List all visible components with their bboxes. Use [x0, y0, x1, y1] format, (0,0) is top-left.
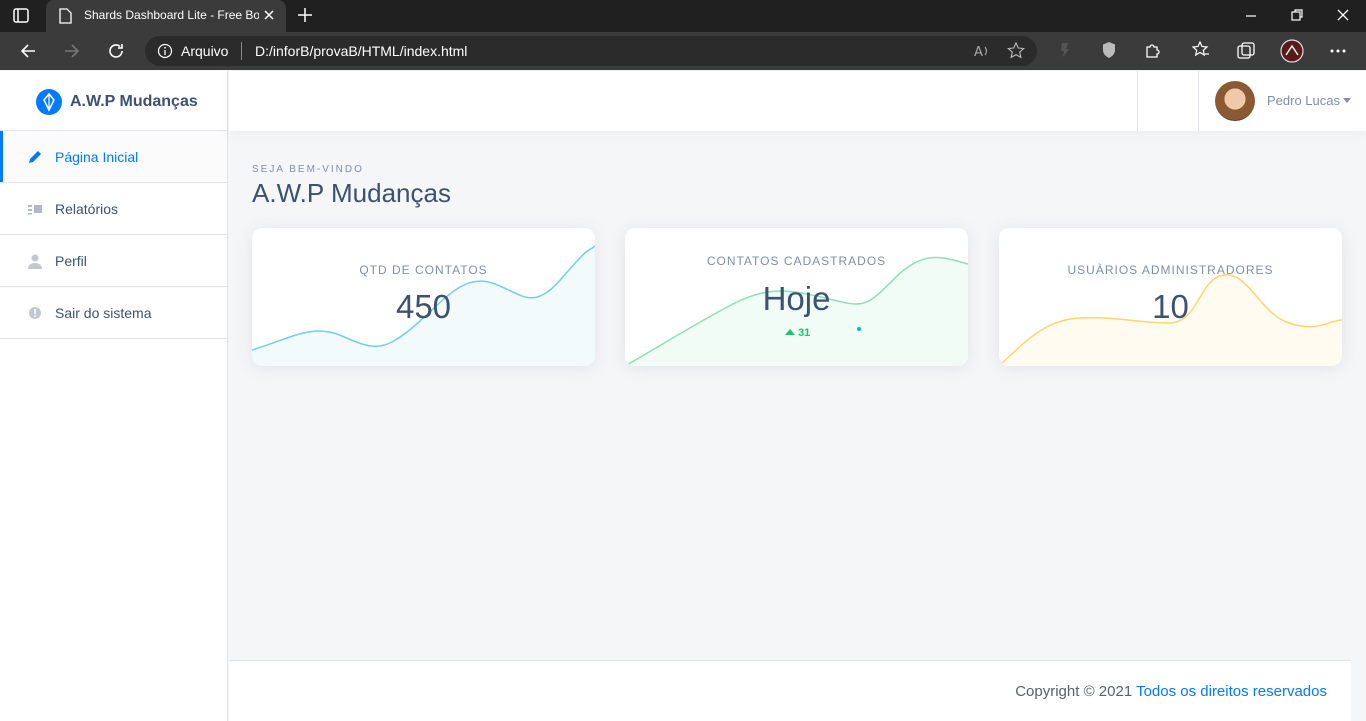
restore-icon[interactable]: [1290, 8, 1304, 27]
sidebar-item-label: Perfil: [55, 253, 87, 269]
new-tab-icon[interactable]: [296, 6, 314, 29]
pencil-icon: [27, 149, 43, 165]
read-aloud-icon[interactable]: A: [973, 43, 991, 64]
shield-icon[interactable]: [1101, 41, 1117, 64]
navbar-divider: [1198, 71, 1199, 131]
stat-card-administradores: USUÀRIOS ADMINISTRADORES 10: [999, 228, 1342, 366]
close-tab-icon[interactable]: [262, 8, 276, 27]
minimize-icon[interactable]: [1244, 8, 1258, 27]
more-options-icon[interactable]: [1328, 41, 1348, 66]
sidebar-item-label: Relatórios: [55, 201, 119, 217]
extension-icon[interactable]: [1058, 41, 1072, 64]
browser-tab-bar: Shards Dashboard Lite - Free Boo: [0, 0, 1366, 32]
delta-value: 31: [798, 327, 811, 339]
sidebar-item-relatorios[interactable]: Relatórios: [0, 183, 227, 235]
avatar: [1215, 81, 1255, 121]
forward-icon[interactable]: [62, 41, 82, 66]
user-name: Pedro Lucas: [1267, 93, 1340, 108]
collections-icon[interactable]: [1236, 41, 1256, 66]
page-subtitle: SEJA BEM-VINDO: [252, 164, 364, 175]
card-value: Hoje: [762, 280, 831, 317]
card-label: USUÀRIOS ADMINISTRADORES: [1067, 263, 1274, 277]
profile-icon[interactable]: [1280, 39, 1304, 68]
svg-text:A: A: [974, 45, 983, 59]
close-window-icon[interactable]: [1336, 8, 1350, 27]
browser-address-bar: Arquivo D:/inforB/provaB/HTML/index.html…: [0, 32, 1366, 70]
user-menu[interactable]: Pedro Lucas: [1215, 81, 1365, 121]
back-icon[interactable]: [18, 41, 38, 66]
list-icon: [27, 201, 43, 217]
tab-title: Shards Dashboard Lite - Free Boo: [84, 8, 259, 22]
sidebar-item-perfil[interactable]: Perfil: [0, 235, 227, 287]
url-field[interactable]: Arquivo D:/inforB/provaB/HTML/index.html…: [145, 36, 1037, 66]
rights-link[interactable]: Todos os direitos reservados: [1136, 683, 1327, 700]
url-text[interactable]: D:/inforB/provaB/HTML/index.html: [255, 43, 467, 59]
puzzle-icon[interactable]: [1144, 41, 1162, 64]
scheme-label: Arquivo: [181, 43, 229, 59]
favorites-icon[interactable]: [1191, 40, 1210, 64]
info-icon[interactable]: [157, 43, 173, 64]
delta-badge: 31: [785, 327, 810, 339]
brand-logo-icon: [36, 89, 62, 115]
tab-actions-icon[interactable]: [10, 6, 32, 26]
refresh-icon[interactable]: [106, 41, 126, 66]
footer: Copyright © 2021 Todos os direitos reser…: [229, 660, 1351, 721]
arrow-up-icon: [785, 329, 795, 335]
card-value: 450: [395, 288, 452, 325]
person-icon: [27, 253, 43, 269]
chevron-down-icon: [1343, 98, 1351, 103]
top-navbar: Pedro Lucas: [229, 71, 1366, 131]
sidebar: A.W.P Mudanças Página Inicial Relatórios…: [0, 71, 228, 721]
info-circle-icon: [27, 305, 43, 321]
add-favorite-icon[interactable]: [1006, 41, 1027, 65]
page-title: A.W.P Mudanças: [252, 178, 451, 208]
card-value: 10: [1152, 288, 1189, 325]
brand[interactable]: A.W.P Mudanças: [0, 71, 227, 131]
page-icon: [58, 8, 72, 29]
stat-card-contatos: QTD DE CONTATOS 450: [252, 228, 595, 366]
card-label: QTD DE CONTATOS: [359, 263, 488, 277]
sidebar-item-label: Sair do sistema: [55, 305, 152, 321]
sidebar-item-sair[interactable]: Sair do sistema: [0, 287, 227, 339]
copyright-text: Copyright © 2021 Todos os direitos reser…: [1015, 683, 1327, 700]
card-label: CONTATOS CADASTRADOS: [706, 254, 887, 268]
copyright-label: Copyright © 2021: [1015, 683, 1133, 700]
url-separator: [241, 42, 242, 60]
browser-tab[interactable]: Shards Dashboard Lite - Free Boo: [46, 0, 286, 32]
stat-card-cadastrados: CONTATOS CADASTRADOS Hoje 31: [625, 228, 968, 366]
sidebar-item-pagina-inicial[interactable]: Página Inicial: [0, 131, 227, 183]
navbar-divider: [1137, 71, 1138, 131]
brand-name: A.W.P Mudanças: [70, 93, 198, 110]
sidebar-item-label: Página Inicial: [55, 149, 139, 165]
